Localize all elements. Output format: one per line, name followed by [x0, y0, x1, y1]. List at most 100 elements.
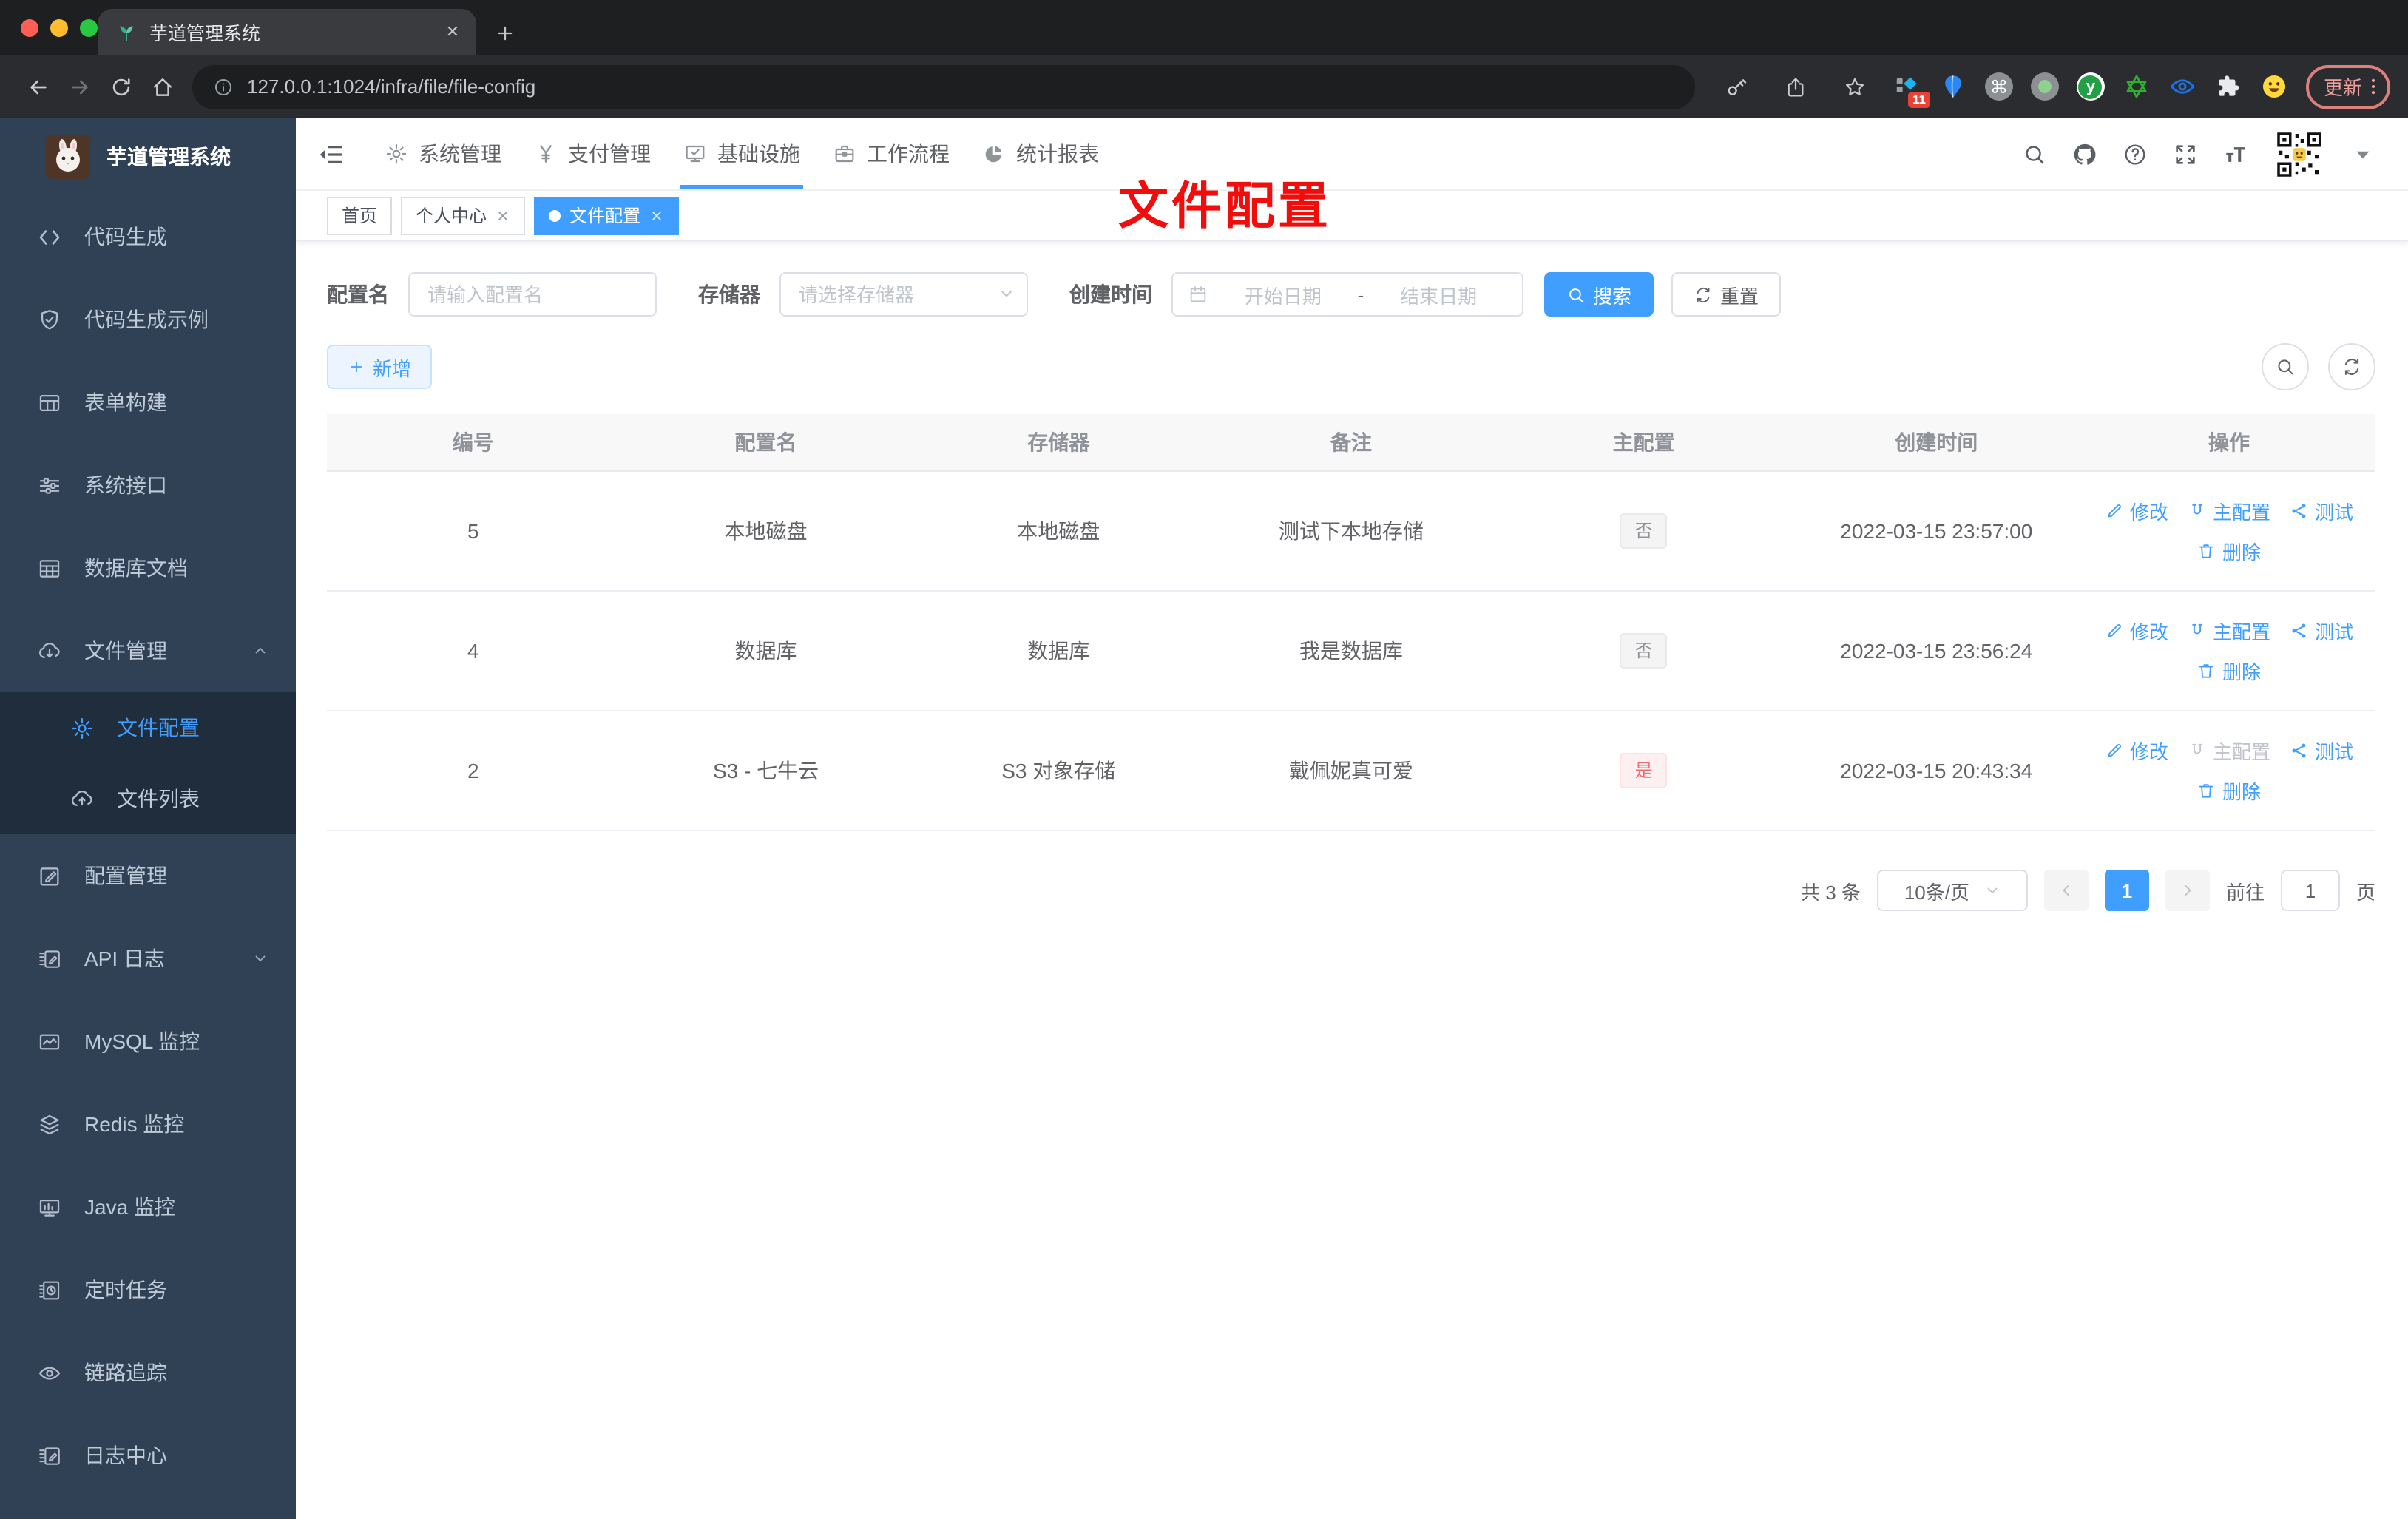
- delete-link[interactable]: 删除: [2197, 537, 2261, 565]
- tag-profile[interactable]: 个人中心: [401, 196, 526, 234]
- sidebar-item-db-doc[interactable]: 数据库文档: [0, 527, 296, 609]
- delete-link[interactable]: 删除: [2197, 777, 2261, 805]
- github-icon[interactable]: [2072, 141, 2097, 166]
- sidebar-item-log-center[interactable]: 日志中心: [0, 1414, 296, 1497]
- avatar-caret-icon[interactable]: [2350, 141, 2375, 166]
- nav-workflow[interactable]: 工作流程: [816, 118, 966, 189]
- extension-balloon-icon[interactable]: [1939, 72, 1967, 101]
- test-link[interactable]: 测试: [2290, 497, 2353, 525]
- home-button[interactable]: [142, 66, 183, 107]
- config-name-input[interactable]: [408, 272, 657, 317]
- edit-link[interactable]: 修改: [2105, 617, 2168, 645]
- end-date-placeholder[interactable]: 结束日期: [1370, 280, 1507, 308]
- next-page-button[interactable]: [2165, 870, 2210, 911]
- nav-report[interactable]: 统计报表: [966, 118, 1115, 189]
- edit-link[interactable]: 修改: [2105, 497, 2168, 525]
- window-close-button[interactable]: [21, 19, 38, 37]
- delete-link[interactable]: 删除: [2197, 657, 2261, 685]
- extension-emoji-icon[interactable]: [2260, 72, 2288, 101]
- goto-page-input[interactable]: [2280, 870, 2340, 911]
- bookmark-star-icon[interactable]: [1834, 66, 1876, 107]
- extensions-puzzle-icon[interactable]: [2214, 72, 2242, 101]
- code-icon: [37, 224, 62, 249]
- prev-page-button[interactable]: [2043, 870, 2089, 911]
- browser-update-button[interactable]: 更新: [2305, 64, 2390, 109]
- master-link[interactable]: 主配置: [2188, 617, 2270, 645]
- sidebar-item-code-generation[interactable]: 代码生成: [0, 195, 296, 278]
- test-link[interactable]: 测试: [2290, 617, 2353, 645]
- cell-id: 5: [467, 519, 479, 543]
- col-remark: 备注: [1330, 430, 1372, 454]
- extension-command-icon[interactable]: ⌘: [1984, 72, 2013, 101]
- sidebar-item-config-management[interactable]: 配置管理: [0, 834, 296, 917]
- sidebar-item-system-api[interactable]: 系统接口: [0, 444, 296, 527]
- back-button[interactable]: [18, 66, 59, 107]
- reset-button[interactable]: 重置: [1671, 272, 1782, 317]
- search-button[interactable]: 搜索: [1544, 272, 1654, 317]
- tab-close-icon[interactable]: ✕: [441, 20, 464, 44]
- table-row: 2 S3 - 七牛云 S3 对象存储 戴佩妮真可爱 是 2022-03-15 2…: [327, 711, 2375, 831]
- extension-badge: 11: [1907, 91, 1930, 108]
- sidebar-item-scheduled-task[interactable]: 定时任务: [0, 1248, 296, 1331]
- font-size-icon[interactable]: [2223, 141, 2248, 166]
- cell-remark: 测试下本地存储: [1278, 519, 1424, 543]
- sidebar-item-tracing[interactable]: 链路追踪: [0, 1331, 296, 1414]
- cell-id: 4: [467, 639, 479, 663]
- nav-payment-management[interactable]: 支付管理: [518, 118, 667, 189]
- layers-icon: [37, 1112, 62, 1137]
- extension-palette-icon[interactable]: 11: [1893, 72, 1930, 108]
- close-icon[interactable]: [649, 208, 664, 223]
- new-tab-button[interactable]: [494, 22, 516, 44]
- extension-recorder-icon[interactable]: [2030, 72, 2059, 101]
- storage-select-input[interactable]: [779, 272, 1028, 317]
- add-button[interactable]: 新增: [327, 345, 433, 389]
- sidebar-item-file-management[interactable]: 文件管理: [0, 609, 296, 692]
- sidebar-item-form-builder[interactable]: 表单构建: [0, 361, 296, 444]
- sidebar-item-mysql-monitor[interactable]: MySQL 监控: [0, 1000, 296, 1083]
- sidebar-item-file-list[interactable]: 文件列表: [0, 763, 296, 834]
- reload-button[interactable]: [101, 66, 142, 107]
- browser-menu-icon[interactable]: [2362, 75, 2384, 98]
- sidebar-item-code-example[interactable]: 代码生成示例: [0, 278, 296, 361]
- user-avatar-qr[interactable]: [2273, 128, 2325, 180]
- tag-home[interactable]: 首页: [327, 196, 393, 234]
- storage-select[interactable]: [779, 272, 1028, 317]
- col-actions: 操作: [2208, 430, 2250, 454]
- window-minimize-button[interactable]: [50, 19, 68, 37]
- close-icon[interactable]: [496, 208, 510, 223]
- help-icon[interactable]: [2123, 141, 2148, 166]
- show-search-button[interactable]: [2262, 343, 2309, 390]
- file-config-table: 编号 配置名 存储器 备注 主配置 创建时间 操作 5 本地磁盘 本地磁盘 测试…: [327, 414, 2375, 831]
- test-link[interactable]: 测试: [2290, 737, 2353, 765]
- window-zoom-button[interactable]: [80, 19, 98, 37]
- sidebar-item-redis-monitor[interactable]: Redis 监控: [0, 1083, 296, 1166]
- edit-link[interactable]: 修改: [2105, 737, 2168, 765]
- page-size-select[interactable]: 10条/页: [1876, 870, 2028, 911]
- sidebar-item-file-config[interactable]: 文件配置: [0, 692, 296, 763]
- sidebar-item-java-monitor[interactable]: Java 监控: [0, 1166, 296, 1248]
- current-page-button[interactable]: 1: [2104, 870, 2149, 911]
- browser-tab[interactable]: 芋道管理系统 ✕: [98, 9, 476, 55]
- extension-eye-icon[interactable]: [2168, 72, 2196, 101]
- extension-green-y-icon[interactable]: y: [2076, 72, 2105, 101]
- master-link[interactable]: 主配置: [2188, 497, 2270, 525]
- sidebar-item-api-log[interactable]: API 日志: [0, 917, 296, 1000]
- start-date-placeholder[interactable]: 开始日期: [1214, 280, 1352, 308]
- share-icon[interactable]: [1775, 66, 1816, 107]
- nav-infrastructure[interactable]: 基础设施: [667, 118, 816, 189]
- filter-form: 配置名 存储器 创建时间 开始日期 - 结束日期: [327, 272, 2375, 317]
- date-range-picker[interactable]: 开始日期 - 结束日期: [1171, 272, 1523, 317]
- password-key-icon[interactable]: [1716, 66, 1757, 107]
- extension-star-icon[interactable]: [2123, 72, 2151, 101]
- tag-file-config[interactable]: 文件配置: [534, 196, 680, 234]
- browser-chrome: 芋道管理系统 ✕ 127.0.0.1:1024/infra/file/file-…: [0, 0, 2408, 118]
- cell-master: 是: [1498, 753, 1790, 788]
- forward-button[interactable]: [59, 66, 101, 107]
- header-search-icon[interactable]: [2022, 141, 2047, 166]
- site-info-icon[interactable]: [213, 76, 234, 97]
- address-bar[interactable]: 127.0.0.1:1024/infra/file/file-config: [192, 64, 1695, 109]
- sidebar-collapse-icon[interactable]: [317, 140, 345, 168]
- nav-system-management[interactable]: 系统管理: [368, 118, 518, 189]
- fullscreen-icon[interactable]: [2173, 141, 2198, 166]
- refresh-table-button[interactable]: [2328, 343, 2375, 390]
